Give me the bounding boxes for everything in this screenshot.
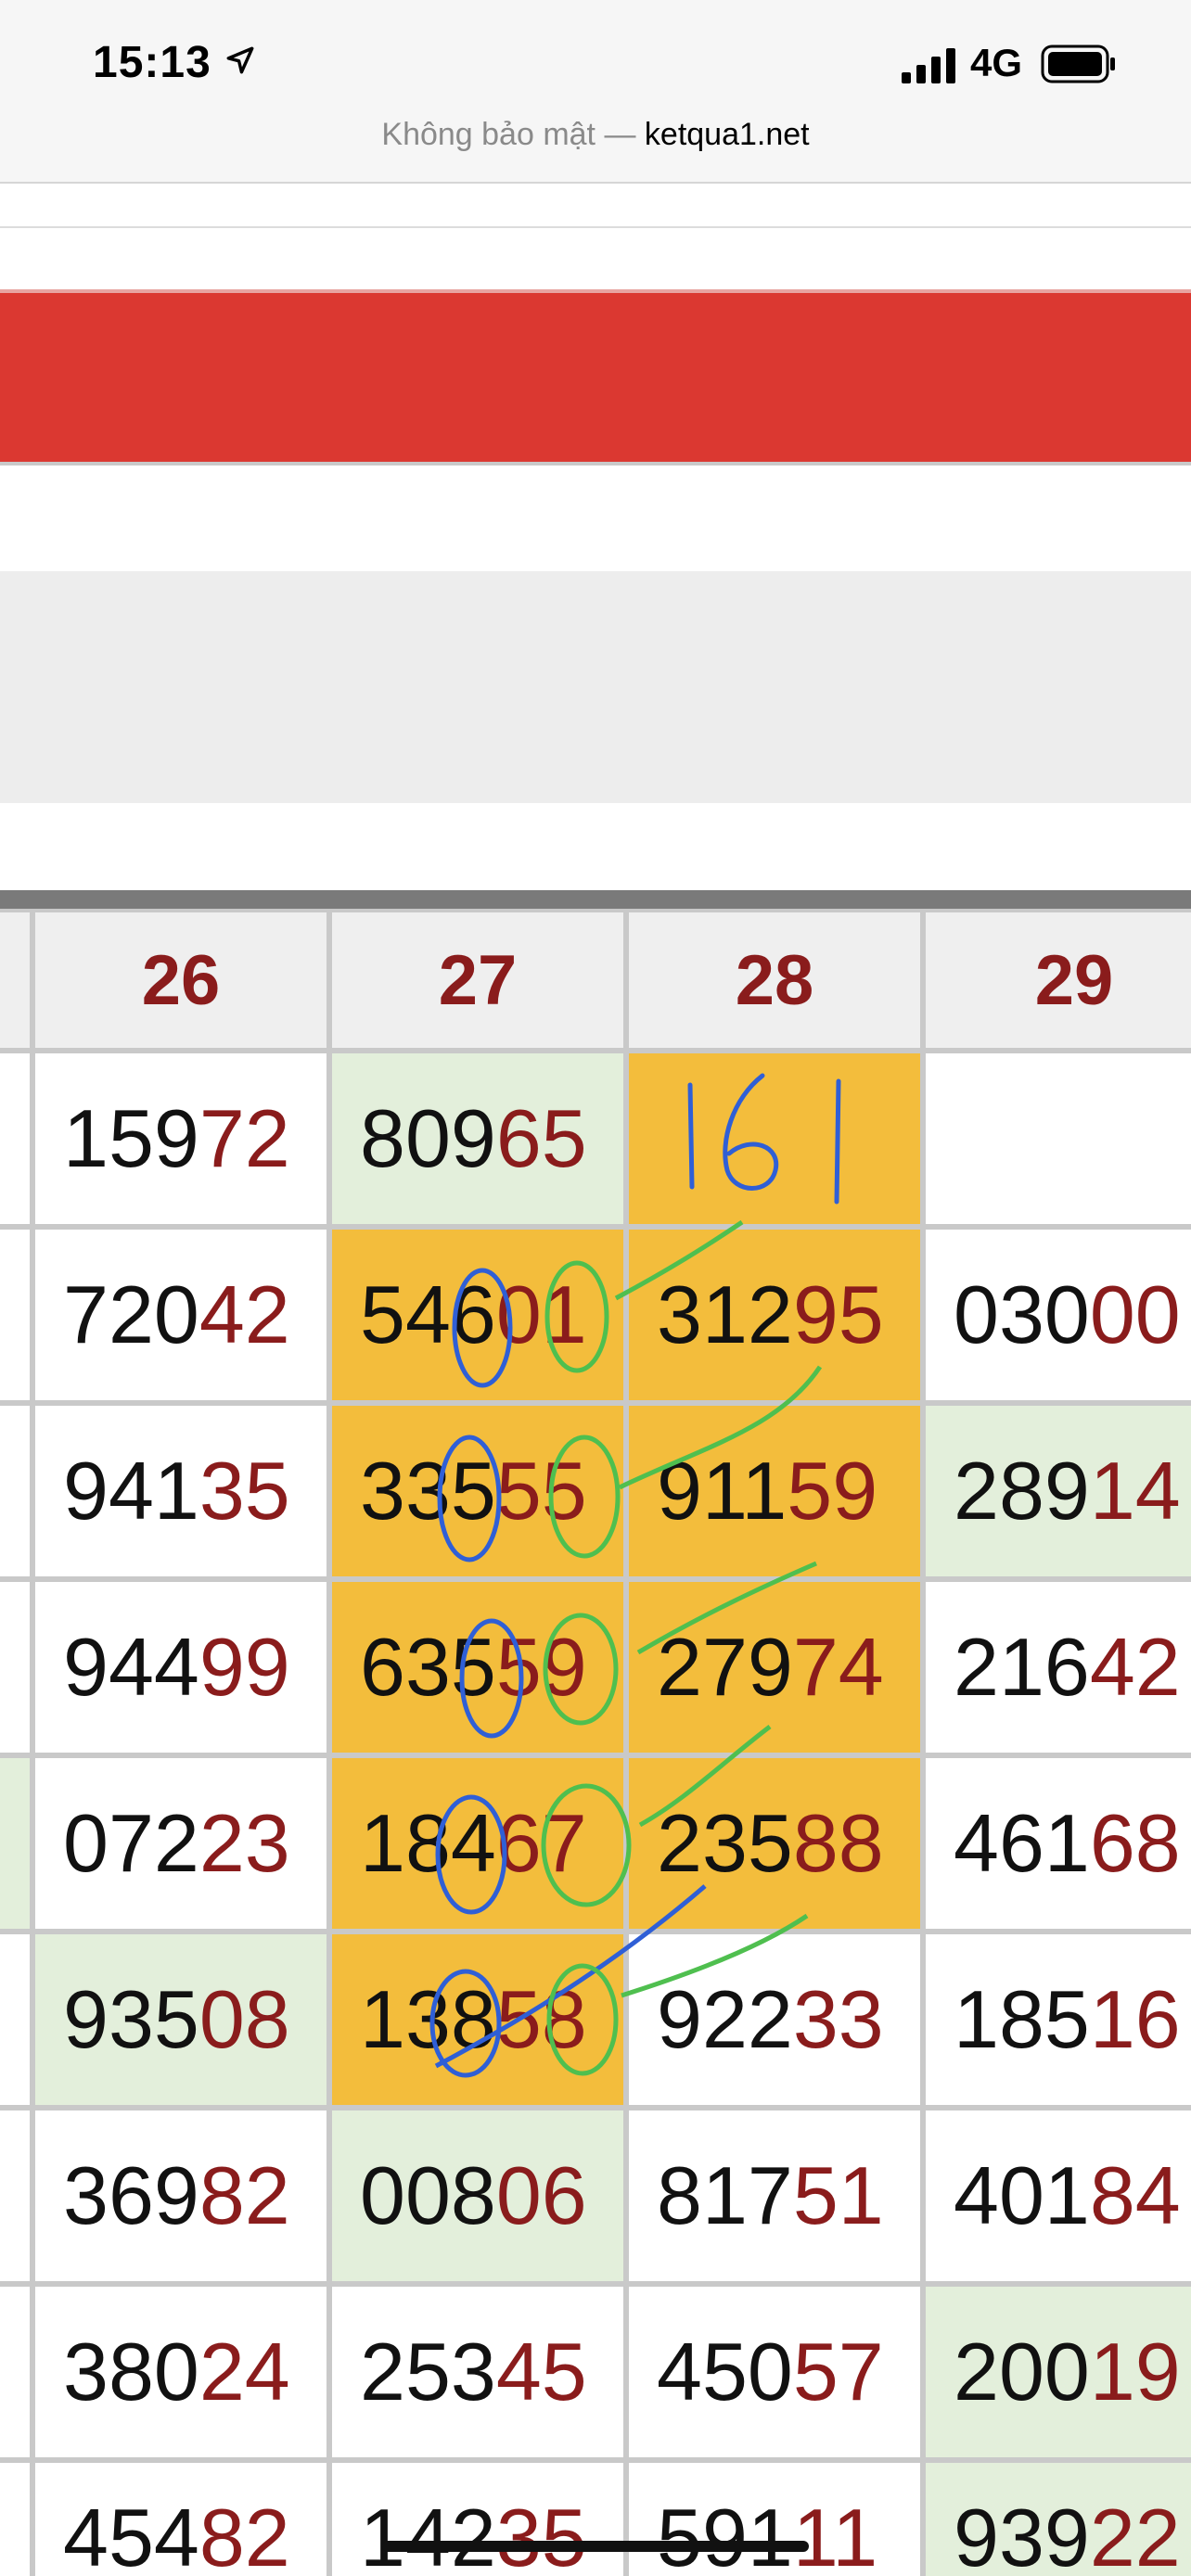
table-cell: 072 23 [35, 1758, 327, 1929]
partial-column-cell [0, 2287, 30, 2457]
table-cell: 941 35 [35, 1406, 327, 1576]
page-top-strip [0, 184, 1191, 228]
partial-column-cell [0, 2463, 30, 2576]
table-cell: 253 45 [332, 2287, 623, 2457]
table-cell: 142 35 [332, 2463, 623, 2576]
partial-column-cell [0, 2111, 30, 2281]
home-indicator[interactable] [382, 2541, 809, 2552]
table-cell: 312 95 [629, 1230, 920, 1400]
location-arrow-icon [226, 46, 254, 74]
partial-column-cell [0, 1934, 30, 2105]
table-cell-handwritten [629, 1053, 920, 1224]
table-cell: 939 22 [926, 2463, 1191, 2576]
table-cell: 720 42 [35, 1230, 327, 1400]
column-header-27: 27 [332, 912, 623, 1048]
table-cell: 809 65 [332, 1053, 623, 1224]
table-cell: 911 59 [629, 1406, 920, 1576]
table-cell: 369 82 [35, 2111, 327, 2281]
clock: 15:13 [93, 38, 211, 87]
column-header-28: 28 [629, 912, 920, 1048]
table-cell: 138 58 [332, 1934, 623, 2105]
table-cell: 461 68 [926, 1758, 1191, 1929]
partial-column-cell [0, 1406, 30, 1576]
table-cell: 380 24 [35, 2287, 327, 2457]
security-label: Không bảo mật — [381, 117, 636, 152]
table-cell [926, 1053, 1191, 1224]
table-cell: 335 55 [332, 1406, 623, 1576]
battery-icon [1041, 45, 1115, 83]
grey-panel [0, 571, 1191, 803]
address-bar[interactable]: Không bảo mật — ketqua1.net [0, 117, 1191, 153]
partial-column-cell [0, 1758, 30, 1929]
table-cell: 944 99 [35, 1582, 327, 1753]
partial-column-cell [0, 1230, 30, 1400]
table-cell: 289 14 [926, 1406, 1191, 1576]
table-top-border [0, 890, 1191, 909]
table-cell: 817 51 [629, 2111, 920, 2281]
table-cell: 008 06 [332, 2111, 623, 2281]
table-cell: 184 67 [332, 1758, 623, 1929]
status-bar: 15:13 4G Không bảo mật — ketqua1.net [0, 0, 1191, 182]
table-cell: 922 33 [629, 1934, 920, 2105]
column-header-26: 26 [35, 912, 327, 1048]
table-cell: 030 00 [926, 1230, 1191, 1400]
network-type: 4G [970, 41, 1023, 84]
table-cell: 159 72 [35, 1053, 327, 1224]
red-banner [0, 289, 1191, 465]
partial-column-cell [0, 1582, 30, 1753]
table-cell: 200 19 [926, 2287, 1191, 2457]
partial-column-cell [0, 1053, 30, 1224]
table-cell: 185 16 [926, 1934, 1191, 2105]
table-cell: 935 08 [35, 1934, 327, 2105]
table-cell: 546 01 [332, 1230, 623, 1400]
table-cell: 635 59 [332, 1582, 623, 1753]
table-cell: 401 84 [926, 2111, 1191, 2281]
signal-icon [902, 48, 955, 83]
table-cell: 450 57 [629, 2287, 920, 2457]
results-table: 26 27 28 29 159 72 809 65 720 42 546 01 312 9… [0, 909, 1191, 2576]
table-cell: 279 74 [629, 1582, 920, 1753]
partial-column-cell [0, 912, 30, 1048]
table-cell: 235 88 [629, 1758, 920, 1929]
column-header-29: 29 [926, 912, 1191, 1048]
table-cell: 216 42 [926, 1582, 1191, 1753]
table-cell: 454 82 [35, 2463, 327, 2576]
table-cell: 591 11 [629, 2463, 920, 2576]
domain-label: ketqua1.net [644, 117, 810, 152]
